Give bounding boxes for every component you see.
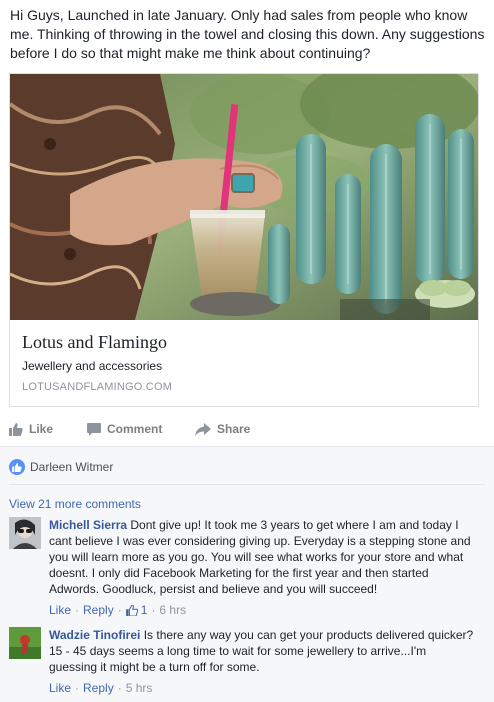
comment-timestamp[interactable]: 5 hrs: [126, 681, 153, 695]
like-reaction-icon: [9, 459, 25, 475]
comment-meta: Like · Reply · 5 hrs: [49, 681, 153, 695]
comment-reply-link[interactable]: Reply: [83, 603, 114, 617]
comment-like-link[interactable]: Like: [49, 681, 71, 695]
comment-like-link[interactable]: Like: [49, 603, 71, 617]
thumbs-up-icon: [125, 604, 138, 616]
share-arrow-icon: [195, 422, 211, 436]
reactor-names[interactable]: Darleen Witmer: [30, 460, 113, 474]
like-button[interactable]: Like: [9, 422, 53, 436]
comment-item: Wadzie Tinofirei Is there any way you ca…: [9, 627, 485, 697]
share-label: Share: [217, 422, 251, 436]
comment-author[interactable]: Wadzie Tinofirei: [49, 628, 140, 642]
comment-icon: [87, 422, 101, 436]
comment-label: Comment: [107, 422, 163, 436]
comment-item: Michell Sierra Dont give up! It took me …: [9, 517, 485, 622]
link-preview-card[interactable]: Lotus and Flamingo Jewellery and accesso…: [9, 73, 479, 407]
comment-timestamp[interactable]: 6 hrs: [159, 603, 186, 617]
comment-button[interactable]: Comment: [87, 422, 162, 436]
like-label: Like: [29, 422, 54, 436]
comment-like-count[interactable]: 1: [141, 603, 148, 617]
comment-meta: Like · Reply · 1 · 6 hrs: [49, 603, 187, 617]
thumbs-up-icon: [9, 422, 23, 436]
share-button[interactable]: Share: [195, 422, 250, 436]
link-description: Jewellery and accessories: [22, 359, 163, 373]
view-more-comments-link[interactable]: View 21 more comments: [9, 497, 141, 511]
comment-body: Wadzie Tinofirei Is there any way you ca…: [49, 627, 477, 675]
comment-reply-link[interactable]: Reply: [83, 681, 114, 695]
comments-section: Darleen Witmer View 21 more comments Mic…: [0, 446, 494, 702]
link-preview-image[interactable]: [10, 74, 478, 320]
link-preview-body[interactable]: Lotus and Flamingo Jewellery and accesso…: [10, 320, 478, 406]
divider: [9, 484, 485, 485]
post-text: Hi Guys, Launched in late January. Only …: [10, 7, 485, 61]
link-title[interactable]: Lotus and Flamingo: [22, 332, 167, 353]
avatar[interactable]: [9, 627, 41, 659]
comment-body: Michell Sierra Dont give up! It took me …: [49, 517, 477, 597]
post-actions-bar: Like Comment Share: [9, 415, 479, 445]
comment-author[interactable]: Michell Sierra: [49, 518, 127, 532]
avatar[interactable]: [9, 517, 41, 549]
link-domain: LOTUSANDFLAMINGO.COM: [22, 381, 173, 393]
reactions-summary[interactable]: Darleen Witmer: [9, 459, 113, 475]
